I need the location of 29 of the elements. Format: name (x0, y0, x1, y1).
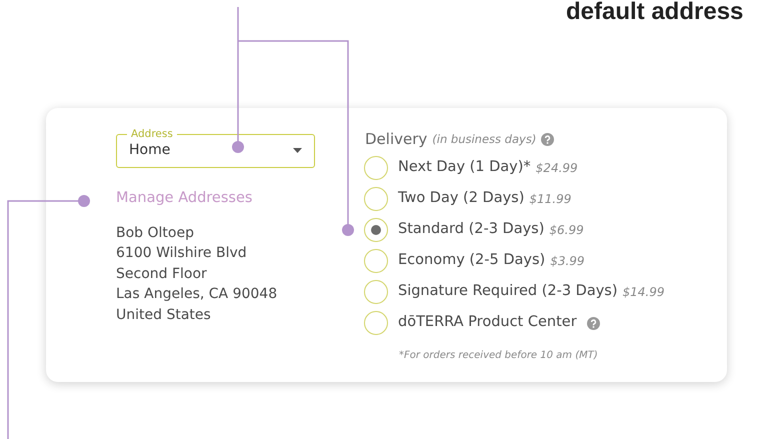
option-price: $14.99 (622, 284, 664, 301)
option-price: $6.99 (549, 222, 584, 239)
option-label: dōTERRA Product Center (398, 313, 577, 332)
caret-icon (293, 148, 302, 152)
address-line: Bob Oltoep (116, 224, 195, 243)
option-price: $24.99 (536, 160, 578, 177)
address-line: 6100 Wilshire Blvd (116, 244, 248, 264)
help-icon (541, 132, 554, 146)
option-price: $3.99 (550, 253, 585, 270)
radio-button[interactable] (364, 249, 388, 273)
option-label: Two Day (2 Days) (398, 189, 524, 208)
delivery-subtitle: (in business days) (432, 130, 536, 148)
footnote: *For orders received before 10 am (MT) (399, 348, 599, 362)
radio-button[interactable] (364, 156, 388, 180)
address-line: United States (116, 306, 212, 325)
radio-button[interactable] (364, 280, 388, 304)
radio-button[interactable] (364, 311, 388, 335)
delivery-title: Delivery (365, 129, 428, 150)
option-label: Economy (2-5 Days) (398, 251, 546, 270)
radio-button[interactable] (364, 187, 388, 211)
option-label: Standard (2-3 Days) (398, 220, 544, 240)
option-price: $11.99 (529, 191, 572, 208)
radio-button[interactable] (364, 218, 388, 242)
address-select[interactable]: Address Home (116, 127, 315, 168)
option-label: Signature Required (2-3 Days) (398, 282, 618, 302)
address-line: Second Floor (116, 264, 208, 284)
option-label: Next Day (1 Day)* (398, 158, 531, 178)
heading: default address (566, 0, 744, 24)
address-line: Las Angeles, CA 90048 (116, 285, 278, 304)
